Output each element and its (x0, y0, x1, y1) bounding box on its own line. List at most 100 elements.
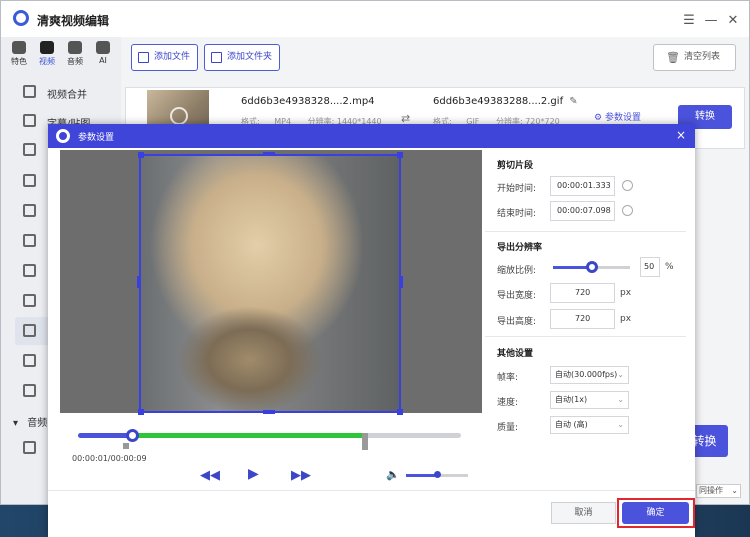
gif-icon (23, 324, 36, 337)
category-ai[interactable]: AI (89, 41, 117, 65)
param-settings-dialog: 参数设置 × 00:00:01/00:00:09 ◀◀ ▶ ▶▶ 🔈 剪切片段 … (48, 124, 695, 537)
timeline-start-tick (123, 443, 129, 449)
end-time-input[interactable]: 00:00:07.098 (550, 201, 615, 221)
timeline-start-handle[interactable] (125, 429, 139, 442)
dialog-header: 参数设置 × (48, 124, 695, 148)
nav-item-video-merge[interactable]: 视频合并 (15, 78, 105, 106)
category-label: 特色 (11, 57, 27, 66)
crop-handle-tr[interactable] (397, 152, 403, 158)
tool-icon (23, 264, 36, 277)
start-time-input[interactable]: 00:00:01.333 (550, 176, 615, 196)
reset-end-icon[interactable] (622, 205, 633, 216)
nav-section-audio[interactable]: ▾ 音频 (13, 414, 47, 429)
minimize-icon[interactable]: — (703, 13, 719, 28)
height-input[interactable]: 720 (550, 309, 615, 329)
tool-icon (23, 441, 36, 454)
end-time-label: 结束时间: (497, 209, 537, 219)
resolution-section-title: 导出分辨率 (497, 243, 543, 253)
quality-select[interactable]: 自动 (高) (550, 416, 629, 434)
crop-handle-bl[interactable] (138, 409, 144, 415)
scale-slider-handle[interactable] (585, 261, 598, 273)
footer-divider (48, 490, 695, 491)
timeline-played-range (131, 433, 366, 438)
width-input[interactable]: 720 (550, 283, 615, 303)
output-file-name-wrap[interactable]: 6dd6b3e49383288....2.gif ✎ (433, 96, 578, 107)
trash-icon: 🗑 (666, 51, 680, 64)
time-display: 00:00:01/00:00:09 (72, 454, 147, 463)
output-file-name: 6dd6b3e49383288....2.gif (433, 96, 564, 107)
cancel-button[interactable]: 取消 (551, 502, 616, 524)
divider (485, 231, 686, 232)
dialog-close-icon[interactable]: × (676, 128, 686, 142)
crop-handle-bottom[interactable] (263, 410, 275, 414)
edit-icon[interactable]: ✎ (569, 96, 577, 107)
tool-icon (23, 294, 36, 307)
fps-select[interactable]: 自动(30.000fps) (550, 366, 629, 384)
crop-handle-tl[interactable] (138, 152, 144, 158)
speed-label: 速度: (497, 398, 519, 408)
add-folder-label: 添加文件夹 (227, 52, 273, 62)
crop-handle-top[interactable] (263, 152, 275, 156)
add-file-button[interactable]: 添加文件 (131, 44, 198, 71)
close-icon[interactable]: ✕ (725, 13, 741, 28)
timeline-before-range (78, 433, 132, 438)
crop-handle-left[interactable] (137, 276, 141, 288)
rewind-button[interactable]: ◀◀ (200, 468, 220, 483)
reset-start-icon[interactable] (622, 180, 633, 191)
crop-frame[interactable] (139, 154, 401, 413)
timeline-end-handle[interactable] (362, 433, 369, 450)
start-time-label: 开始时间: (497, 184, 537, 194)
category-label: 视频 (39, 57, 55, 66)
tool-icon (23, 384, 36, 397)
play-icon[interactable] (170, 107, 188, 125)
scale-label: 缩放比例: (497, 266, 537, 276)
scale-input[interactable]: 50 (640, 257, 660, 277)
menu-icon[interactable]: ☰ (681, 13, 697, 28)
volume-level (406, 474, 437, 477)
caret-down-icon: ▾ (13, 418, 19, 429)
param-settings-link[interactable]: ⚙ 参数设置 (594, 110, 641, 123)
merge-icon (23, 85, 36, 98)
after-convert-label: 同操作 (699, 486, 723, 495)
tool-icon (23, 143, 36, 156)
width-unit: px (620, 288, 632, 298)
play-button[interactable]: ▶ (248, 466, 259, 482)
volume-icon[interactable]: 🔈 (386, 468, 400, 481)
add-file-icon (138, 52, 149, 63)
fast-forward-button[interactable]: ▶▶ (291, 468, 311, 483)
subtitle-icon (23, 114, 36, 127)
ai-icon (96, 41, 110, 54)
clear-list-label: 清空列表 (684, 52, 721, 62)
settings-panel: 剪切片段 开始时间: 00:00:01.333 结束时间: 00:00:07.0… (485, 150, 686, 490)
height-unit: px (620, 314, 632, 324)
volume-handle[interactable] (434, 471, 441, 478)
nav-item-label: 视频合并 (47, 90, 87, 101)
category-featured[interactable]: 特色 (5, 41, 33, 67)
nav-section-label: 音频 (27, 418, 48, 429)
percent-unit: % (665, 262, 674, 272)
add-file-label: 添加文件 (154, 52, 191, 62)
clear-list-button[interactable]: 🗑 清空列表 (653, 44, 736, 71)
tool-icon (23, 204, 36, 217)
category-audio[interactable]: 音频 (61, 41, 89, 67)
featured-icon (12, 41, 26, 54)
gear-icon: ⚙ (594, 113, 603, 123)
crop-handle-br[interactable] (397, 409, 403, 415)
input-file-name: 6dd6b3e4938328....2.mp4 (241, 96, 375, 107)
other-section-title: 其他设置 (497, 349, 534, 359)
category-label: 音频 (67, 57, 83, 66)
param-settings-label: 参数设置 (604, 113, 641, 123)
height-label: 导出高度: (497, 317, 537, 327)
add-folder-button[interactable]: 添加文件夹 (204, 44, 280, 71)
crop-handle-right[interactable] (399, 276, 403, 288)
app-title: 清爽视频编辑 (37, 14, 110, 28)
tool-icon (23, 234, 36, 247)
dialog-logo (56, 129, 70, 143)
confirm-button[interactable]: 确定 (622, 502, 689, 524)
speed-select[interactable]: 自动(1x) (550, 391, 629, 409)
add-folder-icon (211, 52, 222, 63)
after-convert-select[interactable]: 同操作 ⌄ (696, 484, 741, 498)
quality-label: 质量: (497, 423, 519, 433)
chevron-down-icon: ⌄ (731, 486, 738, 495)
category-video[interactable]: 视频 (33, 41, 61, 67)
